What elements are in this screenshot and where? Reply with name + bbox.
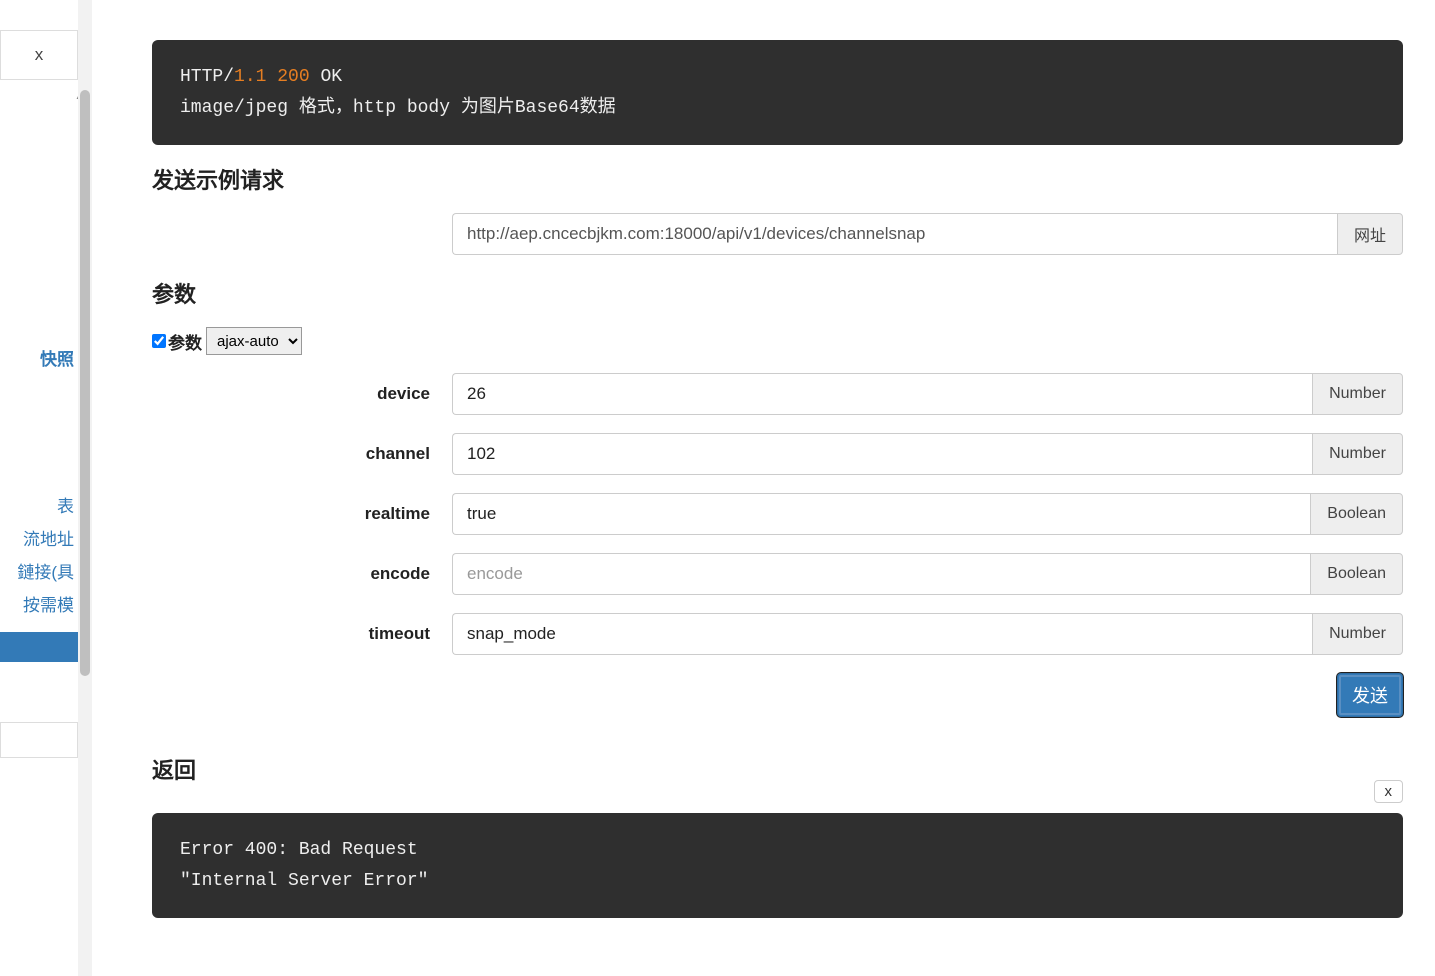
sidebar-active-highlight <box>0 632 78 662</box>
params-toggle-checkbox[interactable] <box>152 334 166 348</box>
param-row-realtime: realtime Boolean <box>152 493 1403 535</box>
send-row: 发送 <box>152 673 1403 717</box>
send-button[interactable]: 发送 <box>1337 673 1403 717</box>
heading-response: 返回 <box>152 753 196 785</box>
param-label-realtime: realtime <box>152 504 452 524</box>
params-toggle-text: 参数 <box>168 329 202 354</box>
sidebar-item-link[interactable]: 鏈接(具 <box>0 557 78 590</box>
param-type-realtime: Boolean <box>1310 493 1403 535</box>
params-mode-select[interactable]: ajax-auto <box>206 327 302 355</box>
param-label-encode: encode <box>152 564 452 584</box>
sidebar-item-stream-address[interactable]: 流地址 <box>0 524 78 557</box>
sidebar-item-ondemand[interactable]: 按需模 <box>0 590 78 623</box>
param-controls: 参数 ajax-auto <box>152 327 1403 355</box>
main-content: HTTP/1.1 200 OK image/jpeg 格式，http body … <box>92 0 1435 976</box>
param-type-timeout: Number <box>1312 613 1403 655</box>
response-close-button[interactable]: x <box>1374 780 1404 803</box>
param-type-channel: Number <box>1312 433 1403 475</box>
heading-sample-request: 发送示例请求 <box>152 163 1403 195</box>
code-text: HTTP/ <box>180 67 234 87</box>
sidebar-empty-box <box>0 722 78 758</box>
param-row-channel: channel Number <box>152 433 1403 475</box>
response-line: "Internal Server Error" <box>180 871 428 891</box>
sidebar-item-table[interactable]: 表 <box>0 491 78 524</box>
response-header-row: 返回 x <box>152 741 1403 803</box>
url-input-group: 网址 <box>452 213 1403 255</box>
response-body: Error 400: Bad Request "Internal Server … <box>152 813 1403 918</box>
params-toggle-label[interactable]: 参数 <box>152 329 202 354</box>
code-keyword: 1.1 200 <box>234 67 310 87</box>
sidebar-item-snapshot[interactable]: 快照 <box>0 340 78 381</box>
param-input-realtime[interactable] <box>452 493 1310 535</box>
param-type-device: Number <box>1312 373 1403 415</box>
param-input-device[interactable] <box>452 373 1312 415</box>
scrollbar-vertical[interactable] <box>78 0 92 976</box>
heading-params: 参数 <box>152 277 1403 309</box>
code-text: OK <box>310 67 342 87</box>
param-label-device: device <box>152 384 452 404</box>
param-type-encode: Boolean <box>1310 553 1403 595</box>
scrollbar-thumb[interactable] <box>80 90 90 676</box>
response-line: Error 400: Bad Request <box>180 840 418 860</box>
param-input-channel[interactable] <box>452 433 1312 475</box>
param-label-timeout: timeout <box>152 624 452 644</box>
param-input-timeout[interactable] <box>452 613 1312 655</box>
param-row-encode: encode Boolean <box>152 553 1403 595</box>
url-addon-label: 网址 <box>1337 213 1403 255</box>
param-row-device: device Number <box>152 373 1403 415</box>
url-input[interactable] <box>452 213 1337 255</box>
param-label-channel: channel <box>152 444 452 464</box>
sidebar: x ▲ 快照 表 流地址 鏈接(具 按需模 <box>0 0 78 976</box>
param-input-encode[interactable] <box>452 553 1310 595</box>
sidebar-close-box[interactable]: x <box>0 30 78 80</box>
param-row-timeout: timeout Number <box>152 613 1403 655</box>
http-response-sample: HTTP/1.1 200 OK image/jpeg 格式，http body … <box>152 40 1403 145</box>
code-text: image/jpeg 格式，http body 为图片Base64数据 <box>180 98 616 118</box>
